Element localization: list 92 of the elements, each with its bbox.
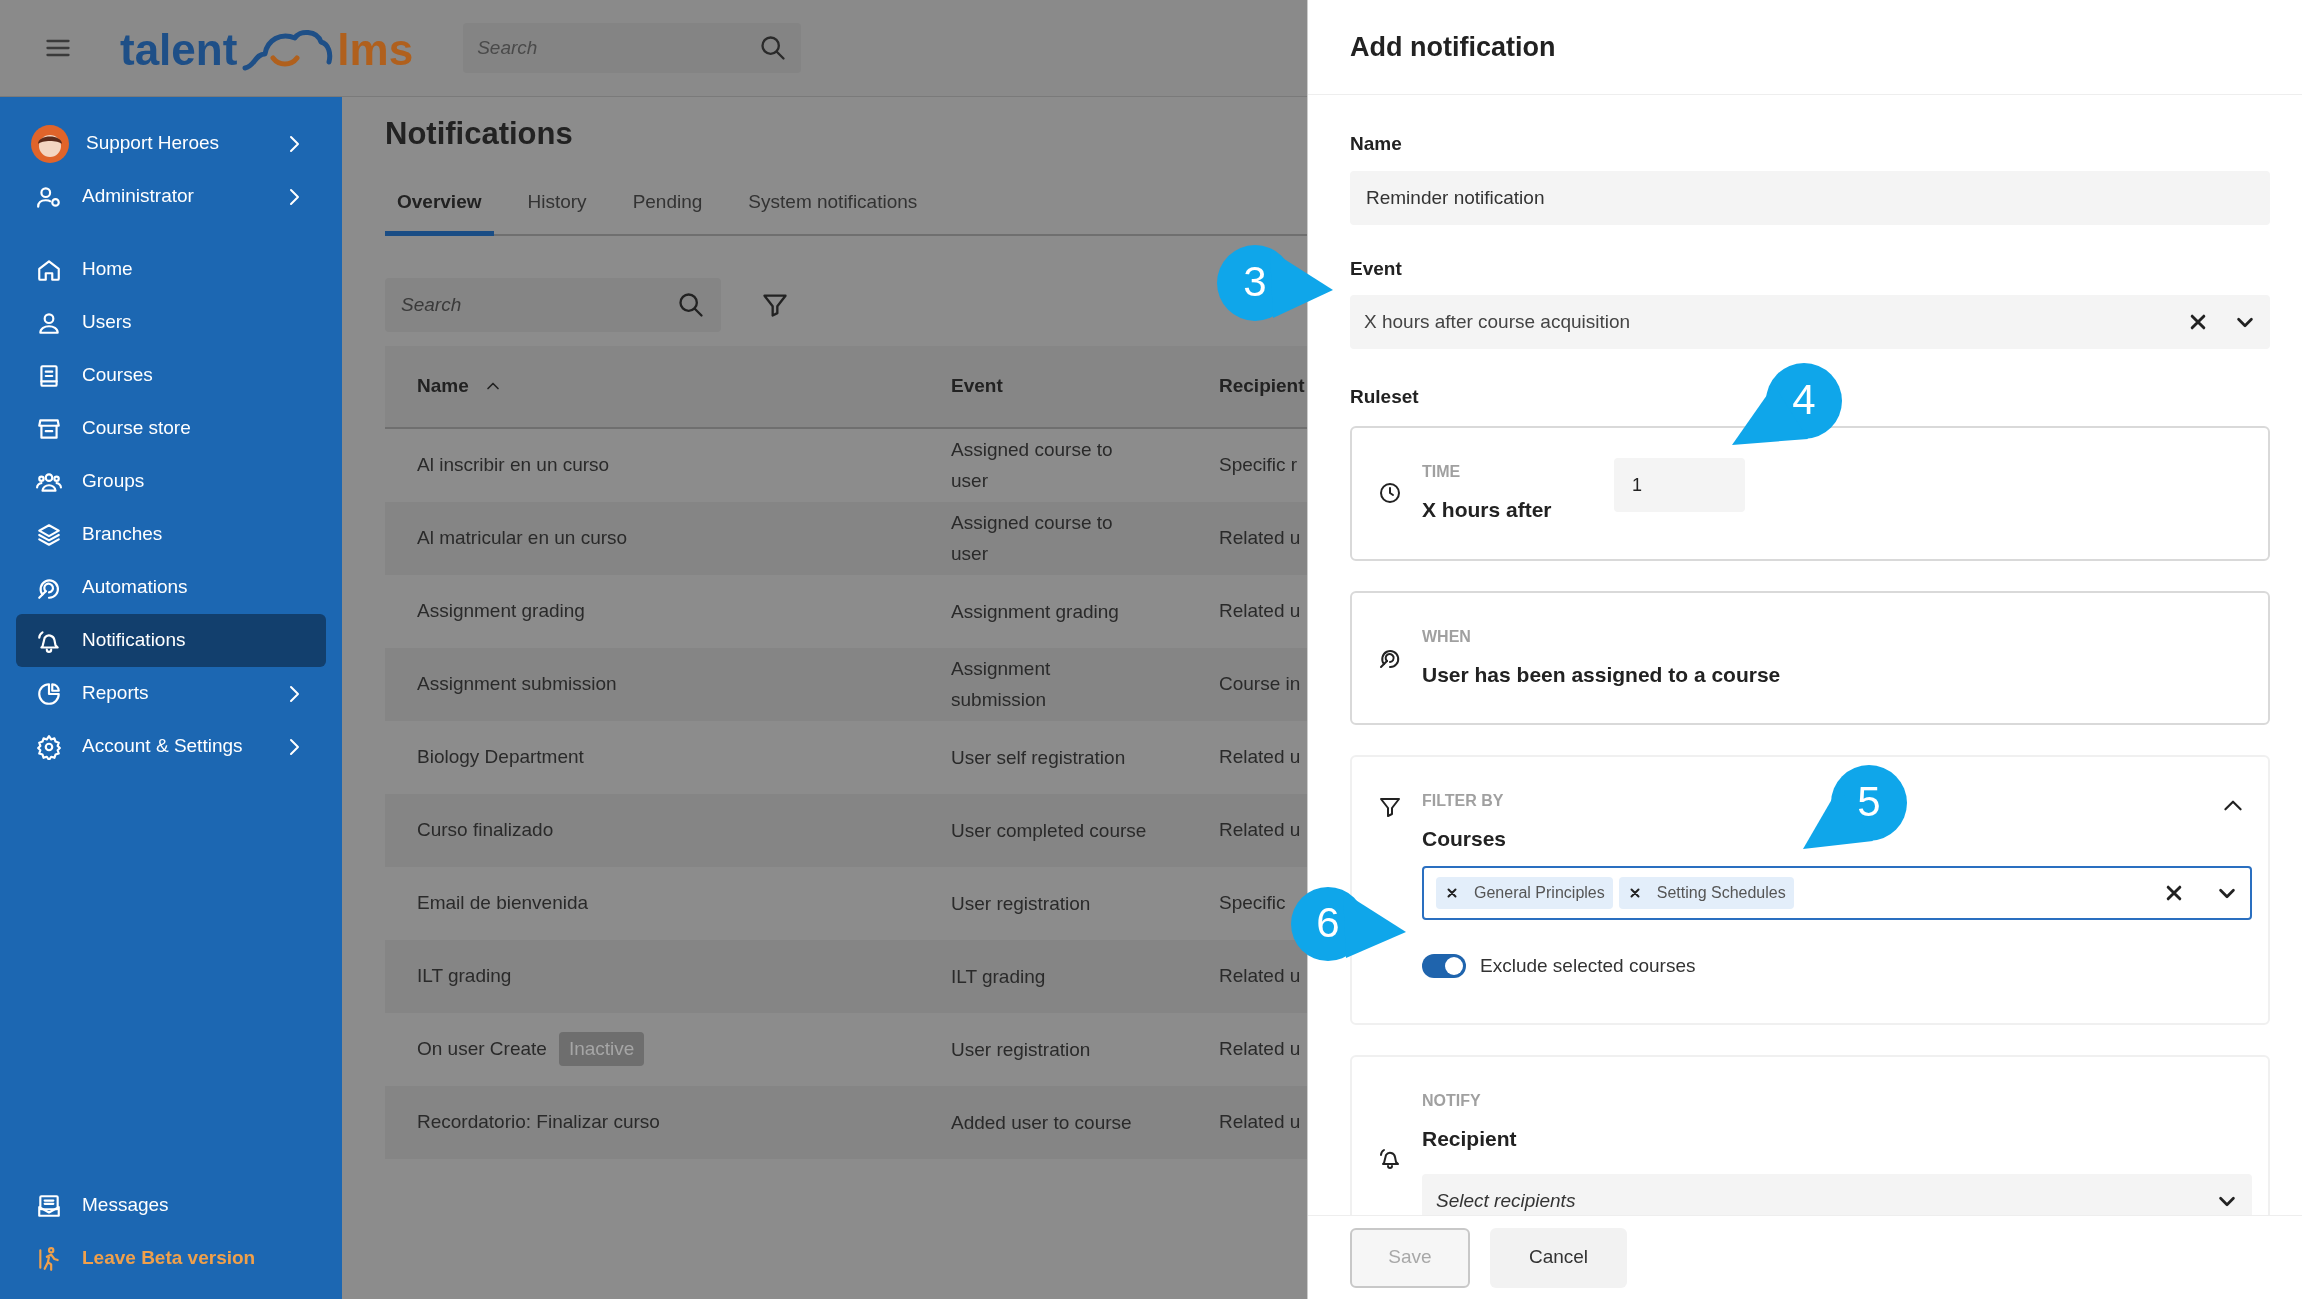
- remove-icon[interactable]: [1628, 887, 1641, 899]
- input-field[interactable]: Reminder notification: [1350, 170, 2270, 225]
- search-icon: [677, 290, 705, 319]
- table-cell-text: Added user to course: [951, 1110, 1133, 1135]
- sidebar-item[interactable]: Users: [16, 296, 326, 349]
- cancel-button[interactable]: Cancel: [1490, 1227, 1627, 1288]
- table-cell-text: User completed course: [951, 818, 1148, 843]
- tab[interactable]: History: [515, 188, 599, 236]
- logo-text: talent: [120, 28, 238, 72]
- field-label: Name: [1350, 132, 1402, 156]
- table-cell-text: ILT grading: [417, 963, 512, 988]
- table-cell-text: Assignment grading: [417, 598, 585, 623]
- tab[interactable]: Pending: [620, 188, 715, 236]
- table-cell-text: Email de bienvenida: [417, 890, 589, 915]
- role-menu[interactable]: Administrator: [16, 170, 326, 223]
- table-cell-text: Al inscribir en un curso: [417, 452, 610, 477]
- tab[interactable]: Overview: [385, 188, 494, 236]
- card-title: Recipient: [1422, 1125, 1517, 1152]
- table-cell-text: Assigned course to user: [951, 511, 1114, 566]
- sidebar-item[interactable]: Messages: [16, 1179, 326, 1232]
- table-cell-text: On user Create: [417, 1036, 547, 1061]
- card-label: WHEN: [1422, 627, 1471, 647]
- toggle-label: Exclude selected courses: [1480, 954, 1696, 978]
- search-field[interactable]: Search: [463, 23, 802, 73]
- sidebar-item[interactable]: Course store: [16, 402, 326, 455]
- sidebar-item[interactable]: Account & Settings: [16, 720, 326, 773]
- event-dropdown[interactable]: X hours after course acquisition: [1350, 295, 2270, 349]
- panel-title: Add notification: [1350, 30, 1556, 64]
- course-tag[interactable]: Setting Schedules: [1618, 877, 1794, 909]
- field-label: Event: [1350, 256, 1402, 281]
- input-field[interactable]: 1: [1614, 458, 1745, 513]
- clock-icon: [1378, 481, 1402, 506]
- table-cell-text: Curso finalizado: [417, 817, 554, 842]
- logo-text: lms: [337, 28, 414, 72]
- card-label: NOTIFY: [1422, 1090, 1481, 1111]
- table-cell-text: Assignment grading: [951, 599, 1120, 624]
- table-cell-text: User registration: [951, 891, 1092, 916]
- card-title: User has been assigned to a course: [1422, 662, 1781, 688]
- table-cell-text: Recordatorio: Finalizar curso: [417, 1109, 660, 1134]
- table-cell: Related u: [1219, 526, 1301, 548]
- card-title: Courses: [1422, 825, 1507, 852]
- search-field[interactable]: Search: [385, 277, 721, 332]
- table-cell-text: Al matricular en un curso: [417, 525, 628, 550]
- card-title: X hours after: [1422, 496, 1552, 523]
- table-cell-text: Assigned course to user: [951, 438, 1114, 493]
- table-cell: Related u: [1219, 599, 1301, 621]
- page-title: Notifications: [385, 115, 574, 153]
- search-icon: [759, 34, 788, 62]
- sidebar-item[interactable]: Notifications: [16, 614, 326, 667]
- table-cell-text: Assignment submission: [951, 657, 1052, 712]
- settings-icon: [36, 733, 62, 760]
- bell-icon: [1378, 1146, 1402, 1171]
- table-cell-text: Biology Department: [417, 744, 584, 769]
- card-label: FILTER BY: [1422, 790, 1504, 811]
- avatar-icon: [30, 123, 70, 164]
- toggle-switch[interactable]: [1422, 954, 1466, 979]
- tab[interactable]: System notifications: [736, 188, 930, 236]
- sidebar-item[interactable]: Groups: [16, 455, 326, 508]
- card-label: TIME: [1422, 461, 1461, 482]
- table-cell: Specific: [1219, 891, 1286, 913]
- table-cell: Related u: [1219, 964, 1301, 986]
- layers-icon: [36, 521, 62, 548]
- table-cell-text: Assignment submission: [417, 671, 617, 696]
- table-cell: Related u: [1219, 1037, 1301, 1059]
- table-cell: Related u: [1219, 1110, 1301, 1132]
- remove-icon[interactable]: [1446, 887, 1458, 899]
- message-icon: [36, 1192, 62, 1219]
- sidebar-item[interactable]: Branches: [16, 508, 326, 561]
- sidebar-item[interactable]: Automations: [16, 561, 326, 614]
- table-cell: Course in: [1219, 672, 1301, 694]
- account-menu[interactable]: Support Heroes: [16, 117, 326, 170]
- column-header[interactable]: Name: [417, 371, 469, 401]
- status-badge: Inactive: [558, 1031, 645, 1067]
- sidebar-item[interactable]: Reports: [16, 667, 326, 720]
- sidebar-item[interactable]: Home: [16, 243, 326, 296]
- table-cell-text: User self registration: [951, 745, 1127, 770]
- clear-icon[interactable]: [2188, 312, 2208, 332]
- recipient-dropdown[interactable]: Select recipients: [1422, 1174, 2252, 1215]
- table-cell-text: ILT grading: [951, 964, 1047, 989]
- clear-icon[interactable]: [2164, 883, 2184, 903]
- table-cell: Related u: [1219, 745, 1301, 767]
- table-cell-text: User registration: [951, 1037, 1092, 1062]
- field-label: Ruleset: [1350, 385, 1419, 409]
- column-header[interactable]: Recipient: [1219, 371, 1305, 401]
- course-select[interactable]: General Principles Setting Schedules: [1422, 866, 2252, 920]
- column-header[interactable]: Event: [951, 371, 1003, 401]
- table-cell: Related u: [1219, 818, 1301, 840]
- course-tag[interactable]: General Principles: [1436, 877, 1613, 909]
- exit-icon: [36, 1245, 62, 1272]
- table-cell: Specific r: [1219, 453, 1298, 475]
- sidebar-item[interactable]: Courses: [16, 349, 326, 402]
- pie-chart-icon: [36, 680, 62, 707]
